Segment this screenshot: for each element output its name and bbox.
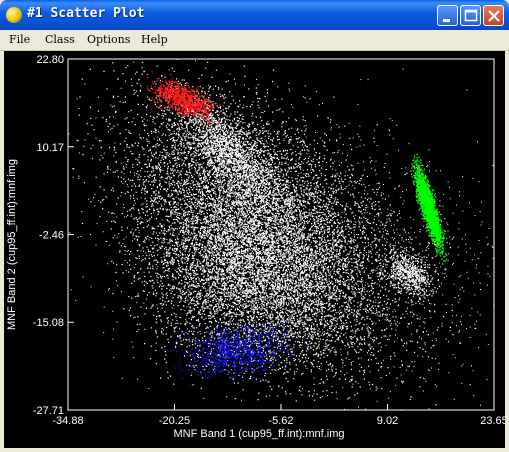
title-bar[interactable]: #1 Scatter Plot: [0, 0, 509, 30]
data-point: [233, 375, 236, 379]
scatter-plot-window: #1 Scatter Plot File Class Options Help …: [0, 0, 509, 452]
window-title: #1 Scatter Plot: [27, 6, 145, 21]
data-point: [306, 327, 309, 330]
x-tick-label: -20.25: [159, 415, 190, 427]
data-point: [204, 108, 207, 112]
y-axis-label: MNF Band 2 (cup95_ff.int):mnf.img: [6, 159, 18, 330]
data-point: [422, 195, 426, 198]
menu-help[interactable]: Help: [141, 33, 168, 46]
point-cloud: [408, 142, 448, 270]
scatter-plot-area[interactable]: -34.88 -20.25 -5.62 9.02 23.65 22.80 10.17 -2.…: [4, 51, 505, 448]
y-tick-label: -2.46: [39, 230, 64, 242]
y-tick-label: 10.17: [36, 142, 64, 154]
minimize-button[interactable]: [437, 5, 458, 26]
y-tick-label: 22.80: [36, 54, 64, 66]
data-point: [189, 146, 193, 150]
y-tick-label: -15.08: [33, 317, 64, 329]
data-point: [291, 216, 295, 219]
data-point: [247, 355, 251, 358]
scatter-chart[interactable]: -34.88 -20.25 -5.62 9.02 23.65 22.8010.17-2.…: [4, 51, 505, 448]
data-point: [175, 98, 178, 101]
menu-file[interactable]: File: [9, 33, 30, 46]
x-tick-label: 23.65: [480, 415, 505, 427]
menu-bar: File Class Options Help: [0, 30, 509, 51]
data-point: [204, 341, 207, 344]
close-button[interactable]: [483, 5, 504, 26]
close-icon: [488, 10, 500, 22]
y-tick-label: -27.71: [33, 405, 64, 417]
menu-options[interactable]: Options: [87, 33, 130, 46]
data-point: [225, 348, 229, 351]
data-point: [247, 188, 251, 191]
dense-point-clouds: [68, 59, 495, 411]
point-cloud: [146, 71, 227, 126]
data-point: [233, 257, 236, 261]
maximize-button[interactable]: [460, 5, 481, 26]
data-point: [433, 223, 436, 226]
maximize-icon: [464, 9, 478, 22]
data-point: [428, 209, 431, 212]
data-point: [416, 181, 420, 184]
menu-class[interactable]: Class: [45, 33, 75, 46]
point-cloud: [379, 245, 441, 302]
x-axis-label: MNF Band 1 (cup95_ff.int):mnf.img: [174, 428, 345, 440]
data-point: [160, 87, 164, 91]
x-tick-label: -5.62: [268, 415, 293, 427]
x-tick-label: 9.02: [377, 415, 398, 427]
data-point: [335, 243, 338, 247]
data-point: [276, 285, 280, 289]
data-point: [182, 91, 185, 94]
data-point: [378, 271, 382, 275]
data-point: [438, 236, 442, 240]
minimize-icon: [443, 19, 450, 22]
data-point: [422, 278, 426, 282]
app-icon: [6, 7, 22, 23]
data-point: [189, 104, 193, 108]
data-point: [262, 369, 265, 372]
